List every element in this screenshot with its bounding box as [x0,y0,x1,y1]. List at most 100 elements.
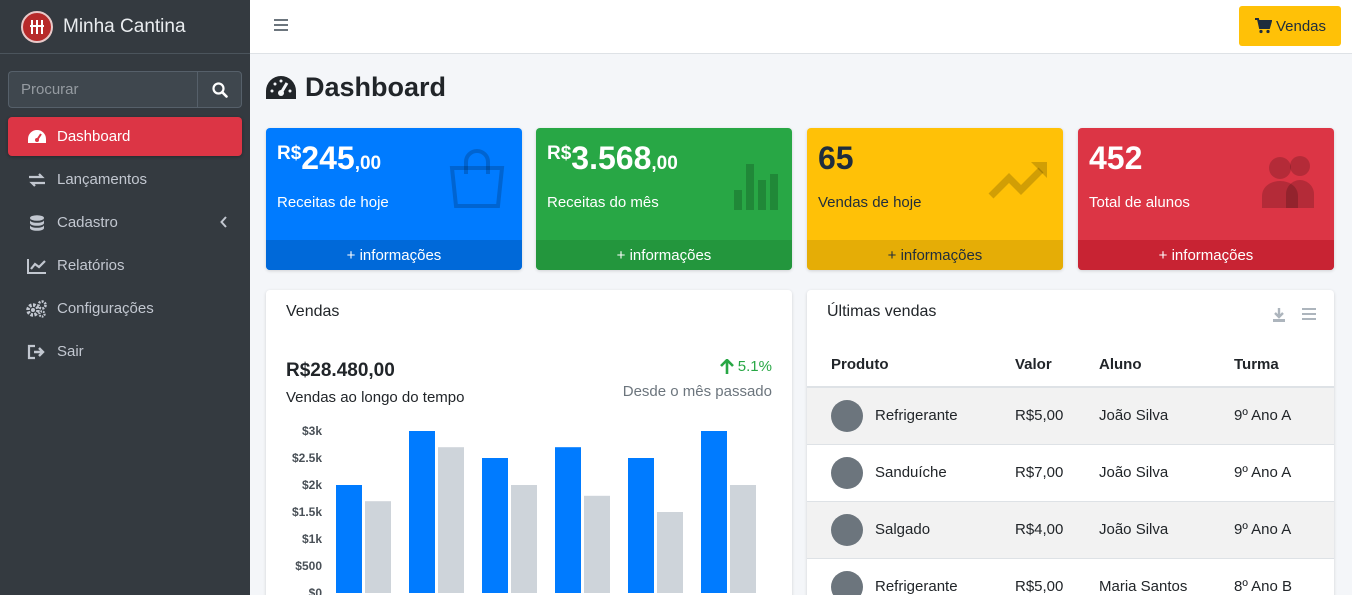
box-value: R$245,00 [277,140,382,176]
sidebar-item-lancamentos[interactable]: Lançamentos [8,160,242,199]
arrow-up-icon [719,358,734,374]
cell-aluno: João Silva [1099,443,1234,501]
table-row[interactable]: Refrigerante R$5,00 Maria Santos 8º Ano … [807,557,1334,595]
sidebar-search [8,71,242,108]
box-more-info-link[interactable]: + informações [536,240,792,270]
card-title: Últimas vendas [827,303,937,320]
chart-bar-series-2 [438,447,464,593]
column-header-produto: Produto [807,342,1015,388]
shopping-bag-icon [449,149,505,208]
sign-out-icon [26,343,48,361]
total-alunos-box: 452 Total de alunos + informações [1078,128,1334,270]
box-value: 65 [818,140,854,176]
table-row[interactable]: Refrigerante R$5,00 João Silva 9º Ano A [807,386,1334,444]
bar-chart-icon [734,164,778,210]
sidebar-item-label: Lançamentos [57,171,148,188]
sales-total: R$28.480,00 [286,360,395,381]
box-label: Receitas do mês [547,194,659,211]
cell-valor: R$5,00 [1015,386,1099,444]
cell-valor: R$5,00 [1015,557,1099,595]
sidebar-item-relatorios[interactable]: Relatórios [8,246,242,285]
table-row[interactable]: Salgado R$4,00 João Silva 9º Ano A [807,500,1334,558]
sidebar-item-cadastro[interactable]: Cadastro [8,203,242,242]
column-header-turma: Turma [1234,342,1334,388]
chart-bar-series-2 [584,495,610,593]
chart-bar-series-1 [628,458,654,593]
product-thumbnail [831,399,863,432]
card-title: Vendas [286,303,340,320]
chart-bar-series-1 [701,431,727,593]
cell-turma: 9º Ano A [1234,500,1334,558]
product-thumbnail [831,456,863,489]
product-thumbnail [831,570,863,595]
cell-turma: 9º Ano A [1234,443,1334,501]
box-more-info-link[interactable]: + informações [266,240,522,270]
last-sales-table: Produto Valor Aluno Turma Refrigerante R… [807,342,1334,595]
chart-bar-series-2 [730,485,756,593]
cell-valor: R$4,00 [1015,500,1099,558]
table-row[interactable]: Sanduíche R$7,00 João Silva 9º Ano A [807,443,1334,501]
page-title-text: Dashboard [305,72,447,102]
sales-change: 5.1% [719,358,772,375]
box-label: Vendas de hoje [818,194,922,211]
box-more-info-link[interactable]: + informações [1078,240,1334,270]
brand-logo [21,10,53,43]
chart-bar-series-2 [511,485,537,593]
cell-turma: 8º Ano B [1234,557,1334,595]
chart-bar-series-2 [657,512,683,593]
y-tick-label: $3k [302,424,322,438]
sidebar-item-label: Dashboard [57,128,131,145]
chart-bar-series-1 [482,458,508,593]
menu-bars-icon[interactable] [1302,307,1316,321]
sidebar-nav: Dashboard Lançamentos Cadastro Relatório… [8,117,242,375]
vendas-label: Vendas [1275,17,1327,35]
sidebar: Minha Cantina Dashboard Lançamentos Cada… [0,0,250,595]
sales-bar-chart: $3k $2.5k $2k $1.5k $1k $500 $0 [292,424,756,595]
sales-change-label: Desde o mês passado [622,383,772,400]
sidebar-item-label: Relatórios [57,257,125,274]
column-header-valor: Valor [1015,342,1099,388]
y-tick-label: $1.5k [292,505,322,519]
vendas-button[interactable]: Vendas [1239,6,1341,46]
chart-bar-series-2 [365,501,391,593]
page-title: Dashboard [265,72,446,103]
y-tick-label: $2.5k [292,451,322,465]
cell-aluno: Maria Santos [1099,557,1234,595]
search-icon [211,81,228,98]
cell-produto: Salgado [807,500,1015,558]
sidebar-item-configuracoes[interactable]: Configurações [8,289,242,328]
box-value: 452 [1089,140,1143,176]
search-button[interactable] [197,71,242,108]
download-icon[interactable] [1272,307,1286,323]
cell-aluno: João Silva [1099,386,1234,444]
tachometer-icon [26,128,48,146]
hamburger-icon [274,19,288,31]
topbar: Vendas [250,0,1352,54]
sidebar-item-label: Cadastro [57,214,118,231]
shopping-cart-icon [1254,18,1272,34]
sidebar-item-sair[interactable]: Sair [8,332,242,371]
last-sales-card: Últimas vendas Produto Valor Aluno Turma… [807,290,1334,595]
box-value: R$3.568,00 [547,140,678,176]
chart-bar-series-1 [336,485,362,593]
menu-toggle[interactable] [273,18,289,37]
sales-card: Vendas R$28.480,00 Vendas ao longo do te… [266,290,792,595]
box-more-info-link[interactable]: + informações [807,240,1063,270]
database-icon [26,214,48,232]
y-tick-label: $2k [302,478,322,492]
receitas-hoje-box: R$245,00 Receitas de hoje + informações [266,128,522,270]
chart-bar-series-1 [409,431,435,593]
cell-produto: Refrigerante [807,386,1015,444]
y-tick-label: $1k [302,532,322,546]
chevron-left-icon [220,216,227,228]
trending-up-icon [988,162,1047,199]
receitas-mes-box: R$3.568,00 Receitas do mês + informações [536,128,792,270]
sidebar-item-dashboard[interactable]: Dashboard [8,117,242,156]
area-chart-icon [26,257,48,275]
sidebar-item-label: Configurações [57,300,154,317]
brand[interactable]: Minha Cantina [0,0,250,54]
vendas-hoje-box: 65 Vendas de hoje + informações [807,128,1063,270]
search-input[interactable] [8,71,197,108]
box-label: Receitas de hoje [277,194,389,211]
sidebar-item-label: Sair [57,343,84,360]
